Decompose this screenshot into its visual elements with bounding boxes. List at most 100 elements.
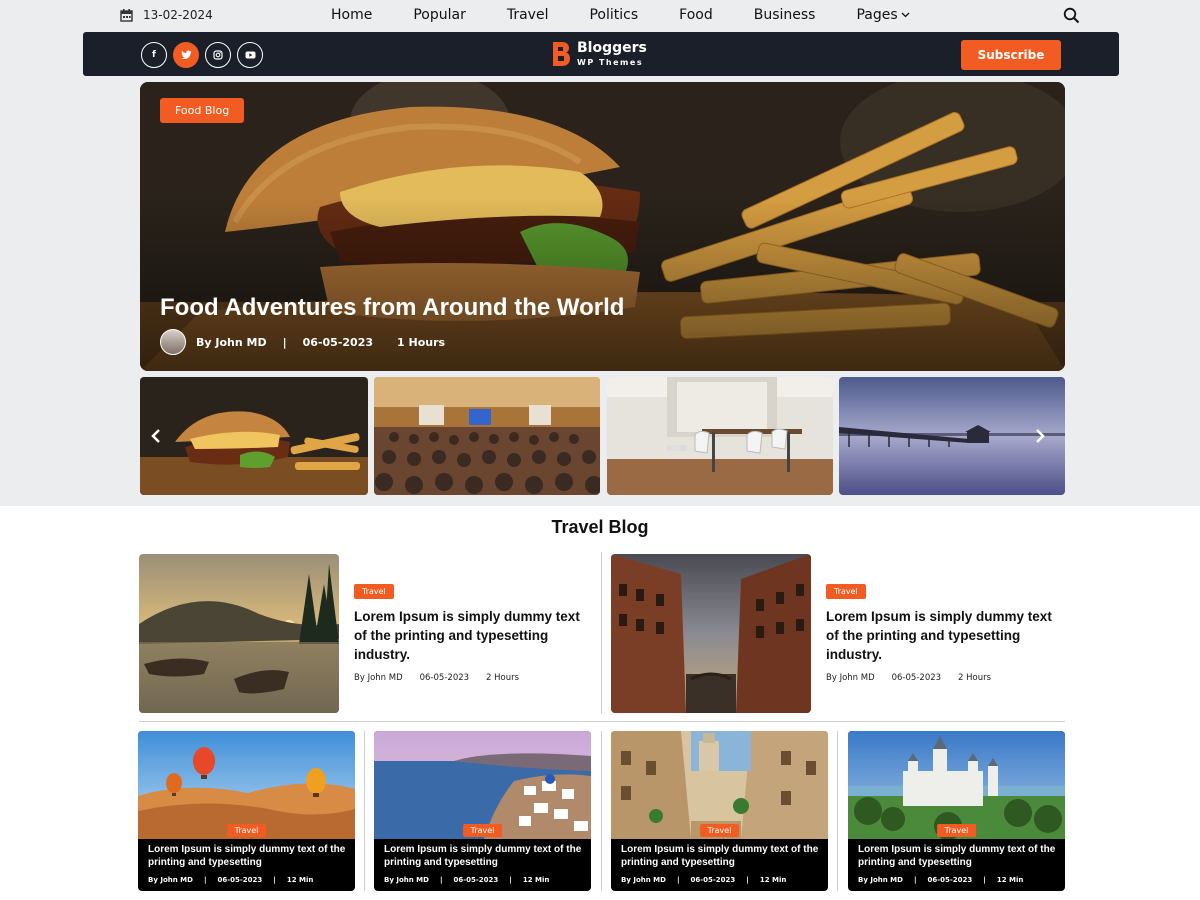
post-title[interactable]: Lorem Ipsum is simply dummy text of the … — [148, 843, 348, 869]
meta-separator: | — [439, 876, 443, 884]
thumbnail-burger[interactable] — [140, 377, 368, 495]
menu-item-pages-label: Pages — [856, 7, 898, 23]
post-title[interactable]: Lorem Ipsum is simply dummy text of the … — [354, 607, 594, 664]
post-date: 06-05-2023 — [690, 876, 736, 884]
read-time: 12 Min — [286, 876, 314, 884]
post-image-castle[interactable] — [848, 731, 1065, 840]
author-name[interactable]: By John MD — [826, 673, 875, 683]
post-title[interactable]: Lorem Ipsum is simply dummy text of the … — [826, 607, 1066, 664]
category-badge[interactable]: Travel — [226, 824, 267, 837]
hero-slide[interactable]: Food Blog Food Adventures from Around th… — [140, 82, 1065, 371]
twitter-icon[interactable] — [173, 42, 199, 68]
menu-item-travel[interactable]: Travel — [507, 7, 549, 23]
post-meta: By John MD | 06-05-2023 | 12 Min — [384, 876, 549, 884]
post-date: 06-05-2023 — [453, 876, 499, 884]
menu-item-business[interactable]: Business — [754, 7, 816, 23]
read-time: 12 Min — [996, 876, 1024, 884]
section-title: Travel Blog — [551, 517, 649, 537]
post-image-old-street[interactable] — [611, 731, 828, 839]
meta-separator: | — [983, 876, 986, 884]
post-meta: By John MD | 06-05-2023 | 12 Min — [621, 876, 786, 884]
post-meta: By John MD 06-05-2023 2 Hours — [354, 673, 519, 683]
thumbnail-conference[interactable] — [374, 377, 600, 495]
post-meta: By John MD 06-05-2023 2 Hours — [826, 673, 991, 683]
meta-separator: | — [282, 335, 287, 349]
category-badge[interactable]: Travel — [462, 824, 503, 837]
thumbnail-pier[interactable] — [839, 377, 1065, 495]
post-image-balloons[interactable] — [138, 731, 355, 839]
brand-bar: f Bloggers WP Themes Subscribe — [83, 32, 1119, 76]
menu-item-pages[interactable]: Pages — [856, 7, 910, 23]
featured-post-card[interactable]: Travel Lorem Ipsum is simply dummy text … — [611, 554, 1065, 714]
row-divider — [139, 721, 1065, 722]
author-name[interactable]: By John MD — [354, 673, 403, 683]
meta-separator: | — [509, 876, 512, 884]
instagram-icon[interactable] — [205, 42, 231, 68]
meta-separator: | — [203, 876, 207, 884]
site-tagline: WP Themes — [577, 58, 644, 67]
meta-separator: | — [913, 876, 917, 884]
read-time: 12 Min — [522, 876, 550, 884]
site-logo[interactable]: Bloggers WP Themes — [551, 41, 647, 67]
author-name[interactable]: By John MD — [384, 876, 429, 884]
grid-post-card[interactable]: Travel Lorem Ipsum is simply dummy text … — [138, 731, 355, 891]
post-meta: By John MD | 06-05-2023 | 12 Min — [858, 876, 1023, 884]
category-badge[interactable]: Travel — [354, 584, 394, 599]
featured-post-card[interactable]: Travel Lorem Ipsum is simply dummy text … — [139, 554, 599, 714]
post-meta: By John MD | 06-05-2023 | 12 Min — [148, 876, 313, 884]
slider-next-arrow[interactable] — [1034, 427, 1046, 447]
post-title[interactable]: Lorem Ipsum is simply dummy text of the … — [384, 843, 584, 869]
date-display: 13-02-2024 — [120, 8, 213, 22]
hero-overlay — [140, 82, 1065, 371]
facebook-icon[interactable]: f — [141, 42, 167, 68]
calendar-icon — [120, 8, 133, 22]
post-date: 06-05-2023 — [927, 876, 973, 884]
meta-separator: | — [746, 876, 749, 884]
post-date: 06-05-2023 — [302, 335, 374, 349]
search-icon[interactable] — [1063, 7, 1080, 24]
author-name[interactable]: By John MD — [148, 876, 193, 884]
menu-item-food[interactable]: Food — [679, 7, 713, 23]
logo-b-icon — [553, 42, 570, 66]
chevron-down-icon — [901, 12, 910, 18]
hero-meta: By John MD | 06-05-2023 1 Hours — [160, 329, 445, 355]
meta-separator: | — [273, 876, 276, 884]
post-date: 06-05-2023 — [891, 673, 942, 683]
menu-item-home[interactable]: Home — [331, 7, 372, 23]
author-name[interactable]: By John MD — [196, 336, 267, 349]
thumbnail-dining-room[interactable] — [607, 377, 833, 495]
grid-post-card[interactable]: Travel Lorem Ipsum is simply dummy text … — [611, 731, 828, 891]
grid-post-card[interactable]: Travel Lorem Ipsum is simply dummy text … — [374, 731, 591, 891]
column-divider — [364, 731, 365, 891]
column-divider — [837, 731, 838, 891]
category-badge[interactable]: Travel — [936, 824, 977, 837]
slider-prev-arrow[interactable] — [150, 427, 162, 447]
post-image-santorini[interactable] — [374, 731, 591, 839]
post-title[interactable]: Lorem Ipsum is simply dummy text of the … — [621, 843, 821, 869]
top-navigation: 13-02-2024 Home Popular Travel Politics … — [0, 0, 1200, 32]
post-date: 06-05-2023 — [419, 673, 470, 683]
social-links: f — [141, 42, 263, 68]
author-avatar — [160, 329, 186, 355]
grid-post-card[interactable]: Travel Lorem Ipsum is simply dummy text … — [848, 731, 1065, 891]
post-title[interactable]: Lorem Ipsum is simply dummy text of the … — [858, 843, 1058, 869]
logo-text: Bloggers WP Themes — [577, 41, 647, 67]
hero-title[interactable]: Food Adventures from Around the World — [160, 294, 624, 322]
menu-item-politics[interactable]: Politics — [589, 7, 638, 23]
date-text: 13-02-2024 — [143, 8, 213, 22]
read-time: 1 Hours — [397, 335, 446, 349]
youtube-icon[interactable] — [237, 42, 263, 68]
main-menu: Home Popular Travel Politics Food Busine… — [331, 7, 910, 23]
post-image-lake[interactable] — [139, 554, 339, 713]
subscribe-button[interactable]: Subscribe — [961, 40, 1061, 70]
author-name[interactable]: By John MD — [858, 876, 903, 884]
column-divider — [601, 552, 602, 714]
author-name[interactable]: By John MD — [621, 876, 666, 884]
category-badge[interactable]: Food Blog — [160, 98, 245, 123]
category-badge[interactable]: Travel — [826, 584, 866, 599]
post-date: 06-05-2023 — [217, 876, 263, 884]
menu-item-popular[interactable]: Popular — [413, 7, 466, 23]
post-image-canal[interactable] — [611, 554, 811, 713]
category-badge[interactable]: Travel — [699, 824, 740, 837]
column-divider — [601, 731, 602, 891]
